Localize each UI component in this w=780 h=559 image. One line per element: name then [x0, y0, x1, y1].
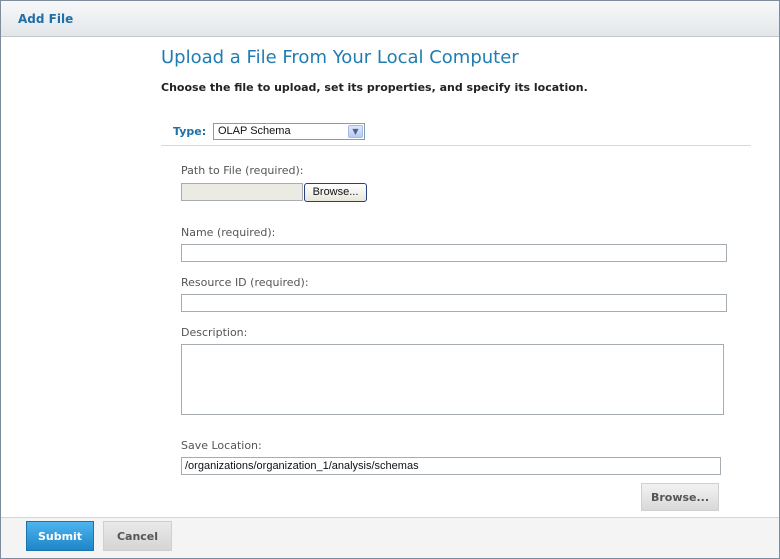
- section-divider: [161, 145, 751, 146]
- name-label: Name (required):: [181, 226, 276, 239]
- path-to-file-input[interactable]: [181, 183, 303, 201]
- chevron-down-icon[interactable]: ▼: [348, 125, 363, 138]
- browse-file-button[interactable]: Browse...: [304, 183, 367, 202]
- submit-button[interactable]: Submit: [26, 521, 94, 551]
- save-location-label: Save Location:: [181, 439, 262, 452]
- name-input[interactable]: [181, 244, 727, 262]
- cancel-button[interactable]: Cancel: [103, 521, 172, 551]
- resource-id-input[interactable]: [181, 294, 727, 312]
- dialog-titlebar[interactable]: Add File: [1, 1, 779, 37]
- save-location-input[interactable]: /organizations/organization_1/analysis/s…: [181, 457, 721, 475]
- page-heading: Upload a File From Your Local Computer: [161, 47, 519, 68]
- type-select[interactable]: OLAP Schema ▼: [213, 123, 365, 140]
- description-label: Description:: [181, 326, 248, 339]
- type-label: Type:: [173, 125, 207, 138]
- type-select-value: OLAP Schema: [218, 125, 291, 137]
- path-to-file-label: Path to File (required):: [181, 164, 304, 177]
- browse-location-button[interactable]: Browse...: [641, 483, 719, 511]
- description-textarea[interactable]: [181, 344, 724, 415]
- save-location-value: /organizations/organization_1/analysis/s…: [185, 460, 419, 472]
- dialog-title: Add File: [18, 12, 74, 26]
- page-subheading: Choose the file to upload, set its prope…: [161, 81, 588, 94]
- resource-id-label: Resource ID (required):: [181, 276, 309, 289]
- add-file-dialog: Add File Upload a File From Your Local C…: [0, 0, 780, 559]
